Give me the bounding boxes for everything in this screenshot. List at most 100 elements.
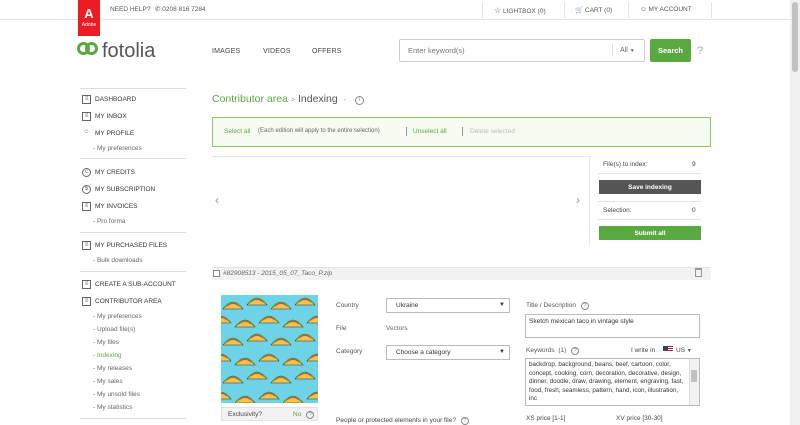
unselect-all-link[interactable]: Unselect all bbox=[413, 128, 447, 135]
sidebar-item-label: MY INBOX bbox=[95, 113, 127, 120]
chevron-down-icon: ▼ bbox=[499, 302, 505, 308]
sidebar-item-purchased-files[interactable]: ≡ MY PURCHASED FILES bbox=[82, 241, 167, 250]
sidebar-item-credits[interactable]: c MY CREDITS bbox=[82, 168, 135, 177]
xv-price-label: XV price [30-30] bbox=[616, 415, 663, 422]
help-icon[interactable]: ? bbox=[697, 45, 703, 57]
sidebar-divider bbox=[80, 418, 186, 419]
sidebar-divider bbox=[80, 88, 186, 89]
sidebar-item-profile[interactable]: ☺ MY PROFILE bbox=[82, 129, 134, 138]
panel-row-divider bbox=[598, 173, 701, 174]
sidebar-item-label: MY PROFILE bbox=[95, 130, 135, 137]
chevron-left-icon[interactable]: ‹ bbox=[215, 193, 219, 207]
file-carousel bbox=[212, 156, 589, 245]
search-button[interactable]: Search bbox=[650, 39, 691, 62]
files-to-index-count: 9 bbox=[692, 161, 696, 168]
purchased-files-icon: ≡ bbox=[82, 241, 91, 250]
fotolia-logo[interactable]: fotolia bbox=[77, 40, 155, 63]
phone-number[interactable]: ✆ 0208 816 7284 bbox=[155, 5, 206, 13]
subscription-icon: $ bbox=[82, 185, 91, 194]
country-select[interactable]: Ukraine ▼ bbox=[386, 298, 510, 313]
my-account-link[interactable]: ☺ MY ACCOUNT bbox=[640, 6, 692, 13]
page-title: Indexing bbox=[297, 93, 338, 105]
people-question-text: People or protected elements in your fil… bbox=[336, 417, 456, 424]
help-icon[interactable]: ? bbox=[580, 302, 589, 310]
select-all-link[interactable]: Select all bbox=[224, 128, 250, 135]
submit-all-button[interactable]: Submit all bbox=[599, 226, 701, 240]
sidebar-item-subscription[interactable]: $ MY SUBSCRIPTION bbox=[82, 185, 155, 194]
lightbox-label: LIGHTBOX (0) bbox=[502, 8, 546, 15]
adobe-logo-letter: A bbox=[84, 6, 94, 21]
sidebar-subitem-my-files[interactable]: - My files bbox=[93, 339, 119, 346]
my-account-label: MY ACCOUNT bbox=[648, 6, 692, 13]
lightbox-link[interactable]: ☆ LIGHTBOX (0) bbox=[494, 6, 546, 15]
trash-icon[interactable] bbox=[695, 268, 702, 277]
sidebar-subitem-indexing[interactable]: - Indexing bbox=[93, 352, 122, 359]
file-type-label: File bbox=[336, 325, 347, 332]
help-icon[interactable]: ? bbox=[460, 417, 469, 425]
sidebar-subitem-bulk-downloads[interactable]: - Bulk downloads bbox=[93, 257, 143, 264]
sidebar-subitem-my-releases[interactable]: - My releases bbox=[93, 365, 132, 372]
keywords-field[interactable]: backdrop, background, beans, beef, carto… bbox=[525, 358, 700, 406]
sidebar-item-inbox[interactable]: ≡ MY INBOX bbox=[82, 112, 127, 121]
file-name: #82908513 - 2015_05_07_Taco_P.zip bbox=[223, 270, 333, 277]
keywords-count: (1) bbox=[558, 347, 567, 354]
sidebar-subitem-contributor-preferences[interactable]: - My preferences bbox=[93, 313, 142, 320]
sidebar-item-label: CONTRIBUTOR AREA bbox=[95, 298, 162, 305]
sidebar-subitem-my-statistics[interactable]: - My statistics bbox=[93, 404, 132, 411]
breadcrumb-contributor-area[interactable]: Contributor area bbox=[212, 93, 288, 105]
sidebar-subitem-my-unsold-files[interactable]: - My unsold files bbox=[93, 391, 140, 398]
panel-row-divider bbox=[598, 219, 701, 220]
sidebar-divider bbox=[80, 158, 186, 159]
search-input[interactable] bbox=[401, 41, 606, 60]
sidebar-item-label: DASHBOARD bbox=[95, 96, 137, 103]
sidebar-subitem-preferences[interactable]: - My preferences bbox=[93, 145, 142, 152]
page-scrollbar-thumb[interactable] bbox=[792, 2, 798, 72]
title-description-label-text: Title / Description bbox=[526, 302, 576, 309]
nav-videos[interactable]: VIDEOS bbox=[263, 48, 291, 55]
sidebar-item-label: MY SUBSCRIPTION bbox=[95, 186, 156, 193]
sidebar-item-label: MY CREDITS bbox=[95, 169, 135, 176]
language-select[interactable]: US ▼ bbox=[676, 347, 692, 354]
info-icon[interactable]: i bbox=[354, 96, 364, 105]
sidebar-subitem-upload-files[interactable]: - Upload file(s) bbox=[93, 326, 135, 333]
invoices-icon: ≡ bbox=[82, 202, 91, 211]
sidebar-subitem-my-sales[interactable]: - My sales bbox=[93, 378, 123, 385]
chevron-right-icon[interactable]: › bbox=[576, 193, 580, 207]
fotolia-logo-text: fotolia bbox=[102, 40, 156, 62]
save-indexing-button[interactable]: Save indexing bbox=[599, 180, 701, 194]
exclusivity-label: Exclusivity? bbox=[228, 411, 262, 418]
sidebar-subitem-pro-forma[interactable]: - Pro forma bbox=[93, 218, 126, 225]
category-value: Choose a category bbox=[396, 349, 451, 356]
keywords-scrollbar[interactable] bbox=[689, 359, 699, 405]
title-description-label: Title / Description ? bbox=[526, 302, 589, 310]
chevron-down-icon: ▼ bbox=[629, 48, 635, 54]
category-select[interactable]: Choose a category ▼ bbox=[386, 345, 510, 360]
nav-offers[interactable]: OFFERS bbox=[312, 48, 342, 55]
us-flag-icon bbox=[663, 346, 673, 353]
sidebar-item-invoices[interactable]: ≡ MY INVOICES bbox=[82, 202, 138, 211]
panel-divider bbox=[589, 156, 590, 245]
file-checkbox[interactable] bbox=[213, 270, 220, 277]
file-thumbnail[interactable] bbox=[221, 295, 318, 403]
adobe-logo[interactable]: A Adobe bbox=[78, 0, 100, 36]
category-label: Category bbox=[336, 348, 363, 355]
need-help-label: NEED HELP? bbox=[110, 6, 151, 13]
sidebar-item-create-sub-account[interactable]: ≡ CREATE A SUB-ACCOUNT bbox=[82, 280, 176, 289]
sidebar-divider bbox=[80, 271, 186, 272]
phone-icon: ✆ bbox=[155, 6, 161, 13]
nav-images[interactable]: IMAGES bbox=[212, 48, 240, 55]
keywords-scrollbar-thumb[interactable] bbox=[691, 370, 697, 382]
help-icon[interactable]: ? bbox=[571, 347, 580, 355]
title-description-field[interactable]: Sketch mexican taco in vintage style bbox=[525, 314, 700, 338]
sidebar-item-label: MY INVOICES bbox=[95, 203, 138, 210]
breadcrumb-separator: > bbox=[290, 97, 295, 104]
user-icon: ☺ bbox=[83, 129, 90, 135]
help-icon[interactable]: ? bbox=[306, 411, 315, 419]
cart-link[interactable]: 🛒 CART (0) bbox=[575, 6, 612, 14]
sidebar-item-dashboard[interactable]: ≡ DASHBOARD bbox=[82, 95, 136, 104]
keywords-label: Keywords (1) ? bbox=[526, 347, 580, 355]
delete-selected-link: Delete selected bbox=[470, 128, 515, 135]
sidebar-item-contributor-area[interactable]: ≡ CONTRIBUTOR AREA bbox=[82, 297, 162, 306]
search-scope-select[interactable]: All ▼ bbox=[620, 47, 635, 54]
exclusivity-toggle[interactable]: No ? bbox=[293, 411, 315, 419]
